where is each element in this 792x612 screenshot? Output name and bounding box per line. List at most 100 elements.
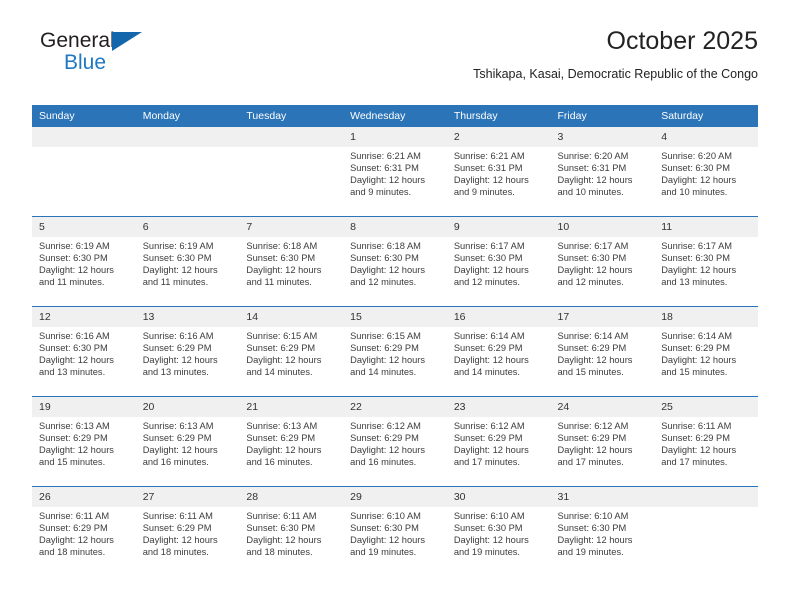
day-number: 7 (239, 217, 344, 237)
calendar-day-cell[interactable]: 13 Sunrise: 6:16 AM Sunset: 6:29 PM Dayligh… (135, 306, 240, 397)
calendar-day-cell[interactable]: 8 Sunrise: 6:18 AM Sunset: 6:30 PM Daylight… (343, 216, 447, 307)
daylight-duration-line1: Daylight: 12 hours (557, 535, 633, 546)
calendar-day-cell[interactable]: 12 Sunrise: 6:16 AM Sunset: 6:30 PM Dayligh… (32, 306, 136, 397)
daylight-duration-line2: and 17 minutes. (557, 457, 624, 468)
calendar-day-cell[interactable]: 7 Sunrise: 6:18 AM Sunset: 6:30 PM Daylight… (239, 216, 344, 307)
calendar-day-cell[interactable]: 29 Sunrise: 6:10 AM Sunset: 6:30 PM Dayligh… (343, 486, 447, 576)
calendar-day-cell[interactable]: 10 Sunrise: 6:17 AM Sunset: 6:30 PM Dayligh… (550, 216, 655, 307)
sunrise-time: Sunrise: 6:17 AM (453, 241, 525, 251)
calendar-day-cell[interactable]: 5 Sunrise: 6:19 AM Sunset: 6:30 PM Daylight… (32, 216, 136, 307)
day-details: Sunrise: 6:12 AM Sunset: 6:29 PM Daylight:… (447, 417, 551, 468)
calendar-day-cell[interactable]: 4 Sunrise: 6:20 AM Sunset: 6:30 PM Daylight… (654, 127, 758, 217)
sunrise-time: Sunrise: 6:10 AM (453, 511, 525, 521)
sunrise-time: Sunrise: 6:13 AM (246, 421, 318, 431)
daylight-duration-line2: and 16 minutes. (142, 457, 209, 468)
calendar-week-row: 26 Sunrise: 6:11 AM Sunset: 6:29 PM Dayligh… (32, 486, 758, 576)
day-details: Sunrise: 6:14 AM Sunset: 6:29 PM Daylight:… (654, 327, 758, 378)
daylight-duration-line1: Daylight: 12 hours (661, 265, 737, 276)
daylight-duration-line1: Daylight: 12 hours (557, 265, 633, 276)
day-number: 17 (550, 307, 655, 327)
calendar-day-cell[interactable]: 2 Sunrise: 6:21 AM Sunset: 6:31 PM Daylight… (446, 127, 551, 217)
calendar-day-cell[interactable]: 23 Sunrise: 6:12 AM Sunset: 6:29 PM Dayligh… (446, 396, 551, 487)
calendar-day-cell[interactable]: 31 Sunrise: 6:10 AM Sunset: 6:30 PM Dayligh… (550, 486, 655, 576)
daylight-duration-line1: Daylight: 12 hours (39, 535, 114, 546)
daylight-duration-line2: and 11 minutes. (246, 277, 312, 288)
calendar-day-cell[interactable]: 20 Sunrise: 6:13 AM Sunset: 6:29 PM Dayligh… (135, 396, 240, 487)
calendar-day-cell[interactable]: 11 Sunrise: 6:17 AM Sunset: 6:30 PM Dayligh… (654, 216, 758, 307)
calendar-day-cell[interactable]: 16 Sunrise: 6:14 AM Sunset: 6:29 PM Dayligh… (446, 306, 551, 397)
day-number: 24 (550, 397, 655, 417)
calendar-day-cell[interactable]: 1 Sunrise: 6:21 AM Sunset: 6:31 PM Daylight… (343, 127, 447, 217)
day-number: 31 (550, 487, 655, 507)
day-details: Sunrise: 6:17 AM Sunset: 6:30 PM Daylight:… (654, 237, 758, 288)
page-title: October 2025 (606, 27, 759, 55)
daylight-duration-line2: and 18 minutes. (246, 547, 313, 558)
day-details: Sunrise: 6:15 AM Sunset: 6:29 PM Daylight:… (239, 327, 343, 378)
day-number: 6 (135, 217, 240, 237)
daylight-duration-line1: Daylight: 12 hours (661, 355, 737, 366)
daylight-duration-line1: Daylight: 12 hours (453, 265, 529, 276)
calendar-day-cell[interactable]: 17 Sunrise: 6:14 AM Sunset: 6:29 PM Dayligh… (550, 306, 655, 397)
calendar-day-cell[interactable]: 28 Sunrise: 6:11 AM Sunset: 6:30 PM Dayligh… (239, 486, 344, 576)
day-details: Sunrise: 6:19 AM Sunset: 6:30 PM Daylight:… (32, 237, 136, 288)
day-number: 26 (32, 487, 136, 507)
day-details: Sunrise: 6:14 AM Sunset: 6:29 PM Daylight:… (551, 327, 655, 378)
day-details: Sunrise: 6:11 AM Sunset: 6:30 PM Daylight:… (239, 507, 343, 558)
calendar-day-cell[interactable]: 27 Sunrise: 6:11 AM Sunset: 6:29 PM Dayligh… (135, 486, 240, 576)
calendar-day-cell[interactable]: 21 Sunrise: 6:13 AM Sunset: 6:29 PM Dayligh… (239, 396, 344, 487)
daylight-duration-line2: and 13 minutes. (142, 367, 209, 378)
day-number: 4 (654, 127, 758, 147)
calendar-day-cell[interactable]: 18 Sunrise: 6:14 AM Sunset: 6:29 PM Dayligh… (654, 306, 758, 397)
day-number (239, 127, 344, 147)
sunrise-time: Sunrise: 6:17 AM (661, 241, 733, 251)
general-blue-logo[interactable]: General Blue (40, 30, 160, 80)
sunset-time: Sunset: 6:30 PM (39, 253, 108, 264)
sunset-time: Sunset: 6:30 PM (246, 523, 316, 534)
calendar-day-cell[interactable]: 15 Sunrise: 6:15 AM Sunset: 6:29 PM Dayligh… (343, 306, 447, 397)
calendar-day-cell[interactable]: 6 Sunrise: 6:19 AM Sunset: 6:30 PM Daylight… (135, 216, 240, 307)
daylight-duration-line1: Daylight: 12 hours (350, 355, 426, 366)
calendar-day-cell[interactable]: 9 Sunrise: 6:17 AM Sunset: 6:30 PM Daylight… (446, 216, 551, 307)
sunset-time: Sunset: 6:30 PM (557, 253, 627, 264)
calendar-day-cell[interactable]: 24 Sunrise: 6:12 AM Sunset: 6:29 PM Dayligh… (550, 396, 655, 487)
sunset-time: Sunset: 6:30 PM (350, 523, 419, 534)
calendar-day-cell[interactable]: 26 Sunrise: 6:11 AM Sunset: 6:29 PM Dayligh… (32, 486, 136, 576)
daylight-duration-line2: and 14 minutes. (453, 367, 520, 378)
day-number: 11 (654, 217, 758, 237)
day-number: 5 (32, 217, 136, 237)
daylight-duration-line2: and 12 minutes. (453, 277, 520, 288)
calendar-day-cell[interactable]: 14 Sunrise: 6:15 AM Sunset: 6:29 PM Dayligh… (239, 306, 344, 397)
title-block: October 2025 Tshikapa, Kasai, Democratic… (473, 26, 758, 82)
sunrise-time: Sunrise: 6:16 AM (142, 331, 214, 341)
calendar-week-row: 5 Sunrise: 6:19 AM Sunset: 6:30 PM Daylight… (32, 216, 758, 307)
daylight-duration-line2: and 9 minutes. (350, 187, 412, 198)
sunrise-time: Sunrise: 6:19 AM (39, 241, 110, 251)
daylight-duration-line1: Daylight: 12 hours (142, 535, 218, 546)
daylight-duration-line1: Daylight: 12 hours (39, 265, 114, 276)
calendar-cell-empty (239, 127, 344, 217)
day-details: Sunrise: 6:20 AM Sunset: 6:30 PM Daylight:… (654, 147, 758, 198)
day-number (135, 127, 240, 147)
daylight-duration-line1: Daylight: 12 hours (453, 445, 529, 456)
calendar-day-cell[interactable]: 3 Sunrise: 6:20 AM Sunset: 6:31 PM Daylight… (550, 127, 655, 217)
daylight-duration-line2: and 10 minutes. (557, 187, 624, 198)
calendar-day-cell[interactable]: 19 Sunrise: 6:13 AM Sunset: 6:29 PM Dayligh… (32, 396, 136, 487)
sunrise-time: Sunrise: 6:17 AM (557, 241, 629, 251)
sunrise-time: Sunrise: 6:20 AM (557, 151, 629, 161)
calendar-day-cell[interactable]: 30 Sunrise: 6:10 AM Sunset: 6:30 PM Dayligh… (446, 486, 551, 576)
day-details: Sunrise: 6:17 AM Sunset: 6:30 PM Daylight:… (551, 237, 655, 288)
day-details: Sunrise: 6:10 AM Sunset: 6:30 PM Daylight:… (343, 507, 447, 558)
day-details: Sunrise: 6:16 AM Sunset: 6:30 PM Daylight:… (32, 327, 136, 378)
sunset-time: Sunset: 6:30 PM (453, 253, 523, 264)
day-number: 1 (343, 127, 447, 147)
sunrise-time: Sunrise: 6:11 AM (661, 421, 732, 431)
daylight-duration-line1: Daylight: 12 hours (39, 355, 114, 366)
sunset-time: Sunset: 6:30 PM (661, 163, 730, 174)
calendar-day-cell[interactable]: 22 Sunrise: 6:12 AM Sunset: 6:29 PM Dayligh… (343, 396, 447, 487)
calendar-day-cell[interactable]: 25 Sunrise: 6:11 AM Sunset: 6:29 PM Dayligh… (654, 396, 758, 487)
day-number: 30 (446, 487, 551, 507)
daylight-duration-line2: and 11 minutes. (39, 277, 105, 288)
logo-text-blue: Blue (64, 51, 107, 74)
sunrise-time: Sunrise: 6:21 AM (453, 151, 525, 161)
daylight-duration-line2: and 19 minutes. (350, 547, 417, 558)
